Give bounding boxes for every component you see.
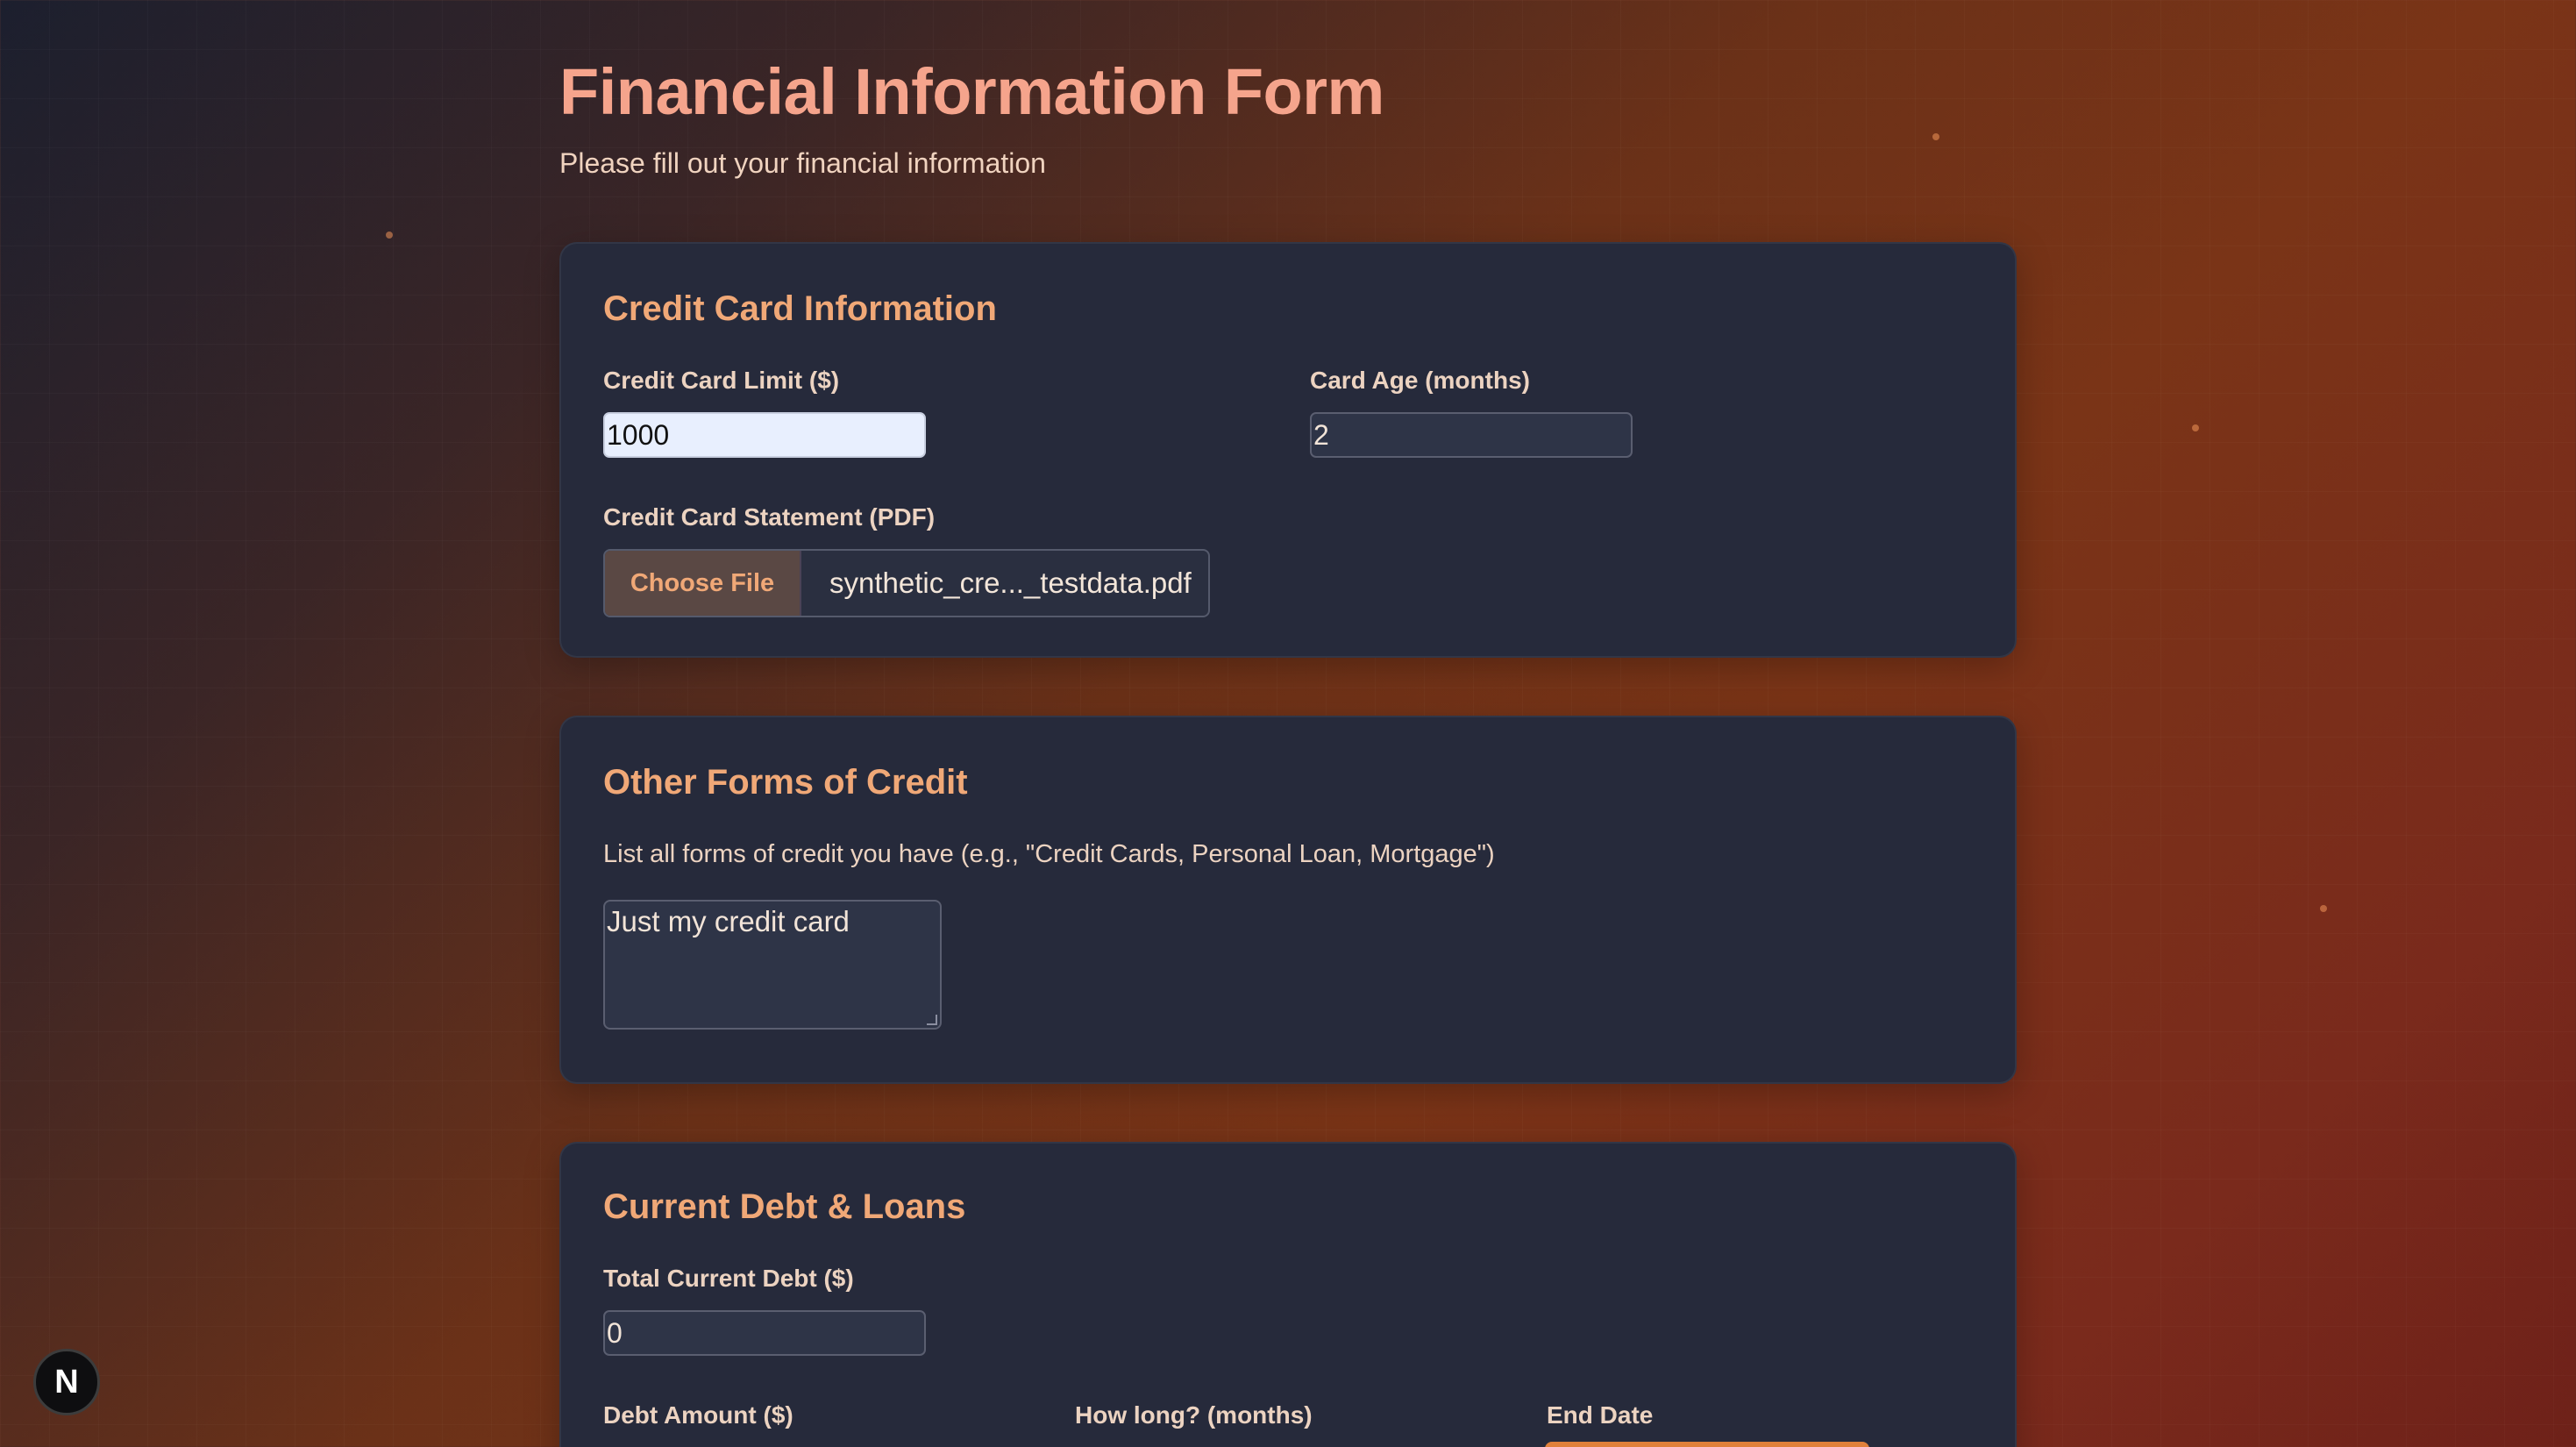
card-age-label: Card Age (months) xyxy=(1310,367,1530,394)
page-subtitle: Please fill out your financial informati… xyxy=(559,147,1046,179)
resize-handle-icon[interactable] xyxy=(927,1015,937,1025)
decorative-dot xyxy=(2320,905,2327,912)
other-credit-hint: List all forms of credit you have (e.g.,… xyxy=(603,840,1495,868)
page-title: Financial Information Form xyxy=(559,55,1384,128)
selected-file-name: synthetic_cre..._testdata.pdf xyxy=(829,567,1192,599)
debt-section-title: Current Debt & Loans xyxy=(603,1187,966,1226)
decorative-dot xyxy=(1932,133,1939,140)
statement-file-input[interactable]: Choose File synthetic_cre..._testdata.pd… xyxy=(603,549,1210,617)
other-credit-textarea[interactable]: Just my credit card xyxy=(603,900,942,1030)
credit-card-limit-label: Credit Card Limit ($) xyxy=(603,367,840,394)
other-credit-textarea-value: Just my credit card xyxy=(607,905,850,937)
credit-card-section: Credit Card Information Credit Card Limi… xyxy=(559,242,2017,658)
other-credit-section: Other Forms of Credit List all forms of … xyxy=(559,716,2017,1084)
credit-card-statement-label: Credit Card Statement (PDF) xyxy=(603,503,936,531)
card-age-input[interactable] xyxy=(1310,412,1633,458)
total-debt-label: Total Current Debt ($) xyxy=(603,1265,854,1292)
end-date-input[interactable] xyxy=(1545,1442,1869,1447)
decorative-dot xyxy=(386,232,393,239)
credit-card-section-title: Credit Card Information xyxy=(603,289,997,328)
debt-amount-label: Debt Amount ($) xyxy=(603,1401,793,1429)
end-date-label: End Date xyxy=(1547,1401,1654,1429)
decorative-dot xyxy=(2192,424,2199,431)
other-credit-section-title: Other Forms of Credit xyxy=(603,763,968,802)
how-long-label: How long? (months) xyxy=(1075,1401,1313,1429)
credit-card-limit-input[interactable] xyxy=(603,412,926,458)
dev-tools-badge[interactable]: N xyxy=(33,1349,100,1415)
debt-section: Current Debt & Loans Total Current Debt … xyxy=(559,1142,2017,1447)
total-debt-input[interactable] xyxy=(603,1310,926,1356)
choose-file-button[interactable]: Choose File xyxy=(605,551,801,616)
